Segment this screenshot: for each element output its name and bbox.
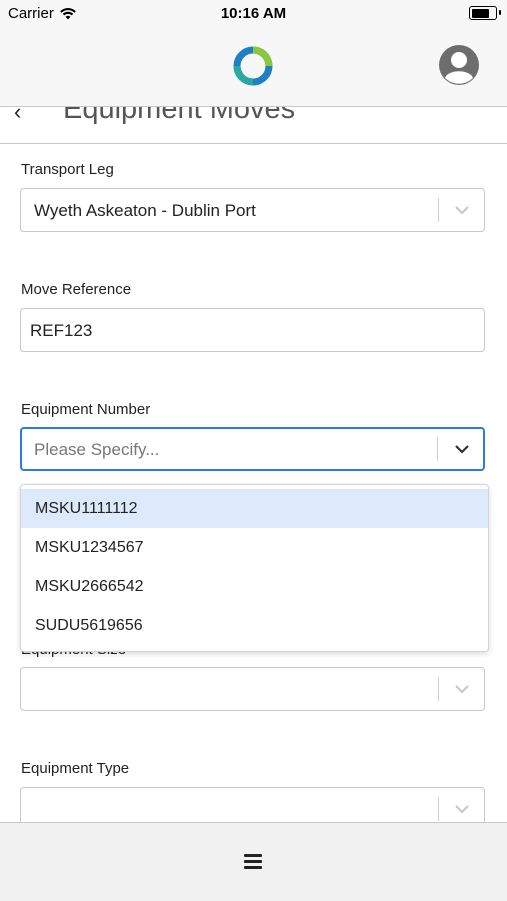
chevron-down-icon[interactable] [453, 202, 471, 218]
move-reference-input[interactable]: REF123 [20, 308, 485, 352]
transport-leg-label: Transport Leg [21, 161, 114, 178]
equipment-size-select[interactable] [20, 667, 485, 711]
hamburger-menu-icon[interactable] [244, 854, 262, 870]
transport-leg-value: Wyeth Askeaton - Dublin Port [34, 201, 256, 220]
equipment-type-label: Equipment Type [21, 760, 130, 777]
page-title-bar: ‹ Equipment Moves [0, 107, 507, 144]
dropdown-option[interactable]: MSKU1234567 [21, 528, 488, 567]
dropdown-option-label: MSKU1234567 [35, 539, 144, 556]
move-reference-value: REF123 [30, 321, 93, 340]
select-separator [438, 677, 439, 701]
chevron-down-icon[interactable] [453, 801, 471, 817]
equipment-number-label: Equipment Number [21, 401, 151, 418]
dropdown-option[interactable]: SUDU5619656 [21, 606, 488, 645]
equipment-number-dropdown-menu: MSKU1111112 MSKU1234567 MSKU2666542 SUDU… [20, 484, 489, 652]
user-avatar-icon[interactable] [438, 44, 480, 86]
chevron-down-icon[interactable] [453, 441, 471, 457]
chevron-down-icon[interactable] [453, 681, 471, 697]
equipment-number-select[interactable]: Please Specify... [20, 427, 485, 471]
battery-icon [469, 6, 501, 20]
dropdown-option-label: SUDU5619656 [35, 617, 143, 634]
dropdown-option-label: MSKU1111112 [35, 500, 138, 517]
bottom-toolbar [0, 822, 507, 901]
select-separator [438, 198, 439, 222]
select-separator [438, 797, 439, 821]
status-bar: Carrier 10:16 AM [0, 0, 507, 28]
select-separator [437, 437, 438, 461]
dropdown-option[interactable]: MSKU2666542 [21, 567, 488, 606]
app-header [0, 28, 507, 107]
equipment-number-placeholder: Please Specify... [34, 440, 160, 459]
dropdown-option-label: MSKU2666542 [35, 578, 144, 595]
chevron-left-icon[interactable]: ‹ [14, 107, 21, 125]
page-title: Equipment Moves [63, 107, 296, 125]
app-logo-ring-icon[interactable] [233, 46, 273, 86]
dropdown-option[interactable]: MSKU1111112 [21, 489, 488, 528]
battery-level [471, 8, 489, 18]
transport-leg-select[interactable]: Wyeth Askeaton - Dublin Port [20, 188, 485, 232]
status-time: 10:16 AM [220, 5, 287, 22]
move-reference-label: Move Reference [21, 281, 132, 298]
